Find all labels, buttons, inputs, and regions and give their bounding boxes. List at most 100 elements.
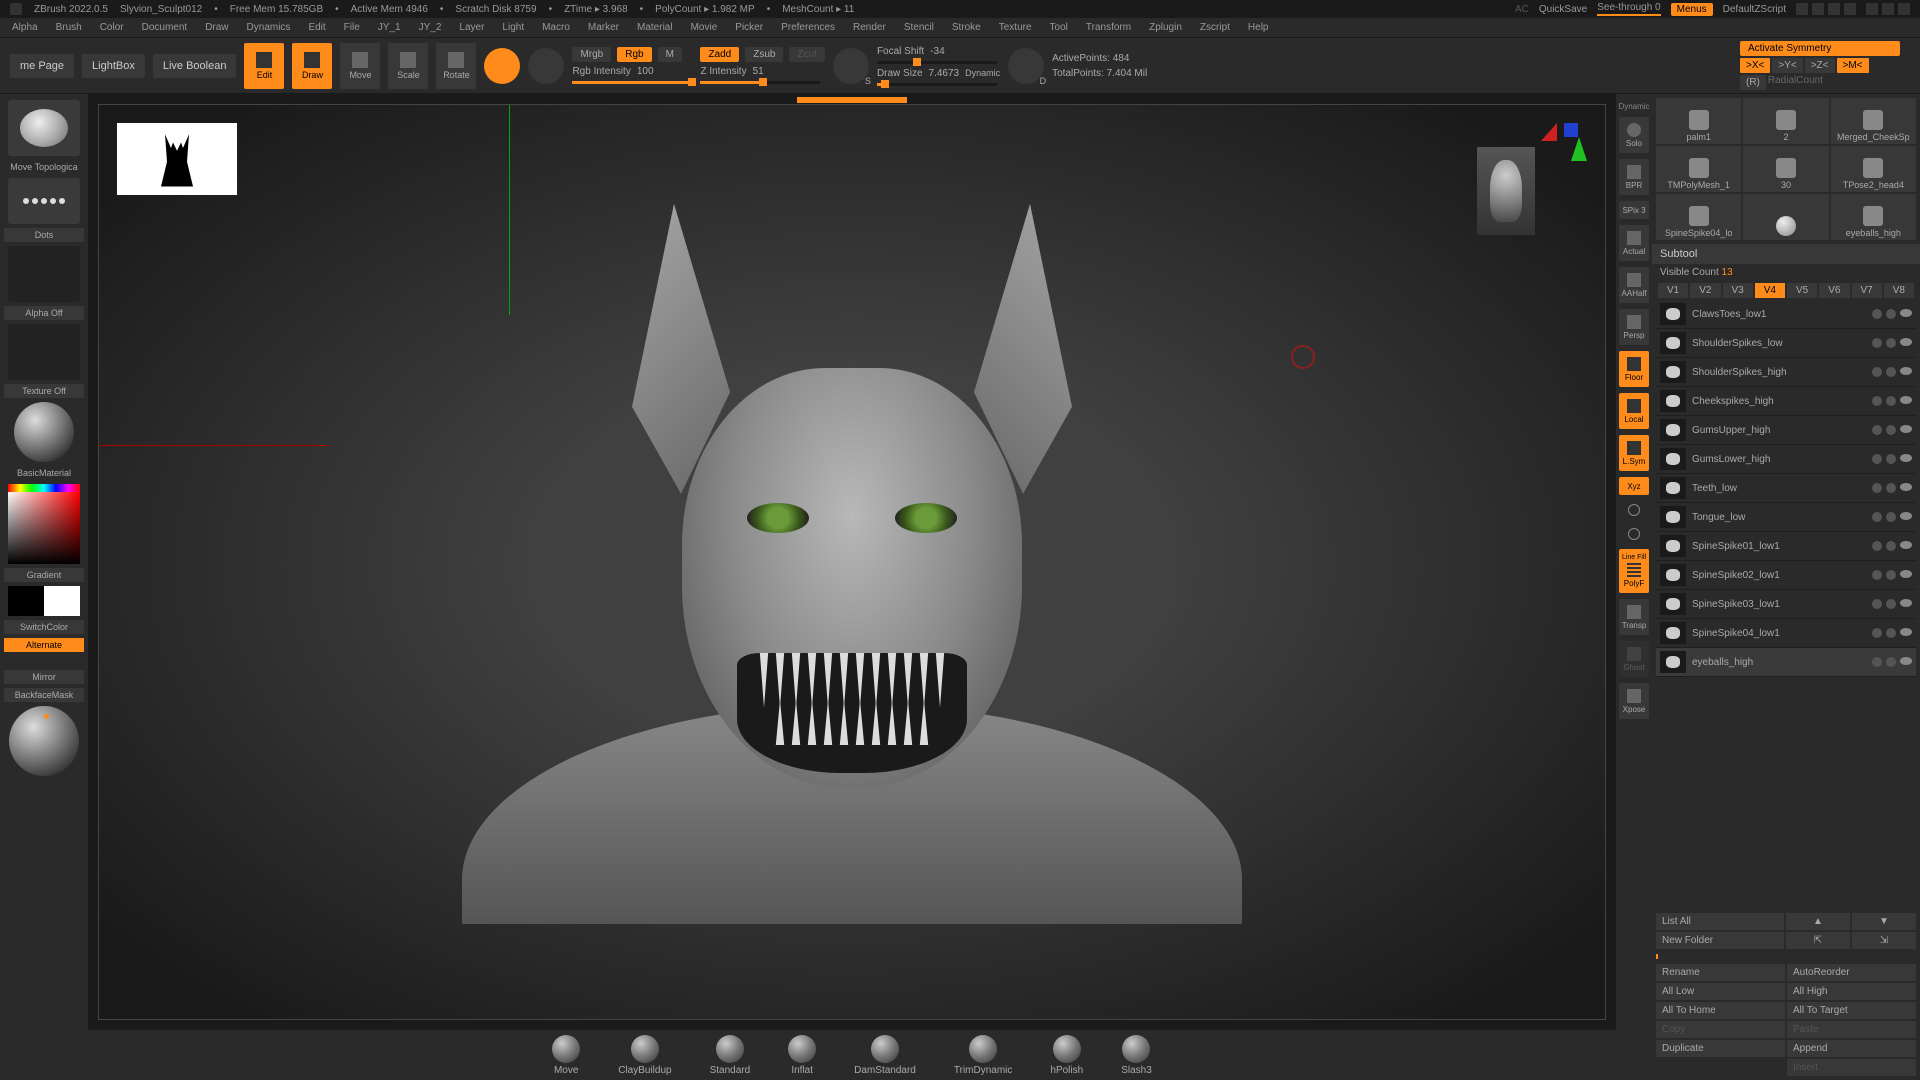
move-bottom-button[interactable]: ⇲ [1852,932,1916,949]
alternate-button[interactable]: Alternate [4,638,84,652]
zcut-button[interactable]: Zcut [789,47,824,62]
rotate-view-icon[interactable] [1619,501,1649,519]
dynamic-brush-icon[interactable]: D [1008,48,1044,84]
menu-tool[interactable]: Tool [1050,22,1068,33]
v6-button[interactable]: V6 [1819,283,1849,298]
all-high-button[interactable]: All High [1787,983,1916,1000]
material-thumbnail[interactable] [14,402,74,462]
gizmo3d-button[interactable] [484,48,520,84]
seethrough-slider[interactable]: See-through 0 [1597,2,1660,16]
xpose-button[interactable]: Xpose [1619,683,1649,719]
local-button[interactable]: Local [1619,393,1649,429]
pan-view-icon[interactable] [1619,525,1649,543]
subtool-toggles[interactable] [1872,570,1912,580]
subtool-toggles[interactable] [1872,628,1912,638]
menu-help[interactable]: Help [1248,22,1269,33]
tool-item[interactable]: 30 [1743,146,1828,192]
subtool-item[interactable]: Cheekspikes_high [1656,387,1916,416]
color-picker[interactable] [8,484,80,564]
radial-count-label[interactable]: RadialCount [1768,75,1823,90]
camera-gizmo[interactable] [1539,121,1589,171]
zadd-button[interactable]: Zadd [700,47,739,62]
viewport[interactable] [98,104,1606,1020]
insert-button[interactable]: Insert [1787,1059,1916,1076]
brush-damstandard[interactable]: DamStandard [854,1035,916,1076]
subtool-toggles[interactable] [1872,425,1912,435]
duplicate-button[interactable]: Duplicate [1656,1040,1785,1057]
tool-item[interactable]: 2 [1743,98,1828,144]
menu-preferences[interactable]: Preferences [781,22,835,33]
menu-zplugin[interactable]: Zplugin [1149,22,1182,33]
scale-mode-button[interactable]: Scale [388,43,428,89]
all-to-target-button[interactable]: All To Target [1787,1002,1916,1019]
color-swatches[interactable] [8,586,80,616]
tool-item[interactable]: eyeballs_high [1831,194,1916,240]
brush-claybuildup[interactable]: ClayBuildup [618,1035,671,1076]
subtool-item[interactable]: SpineSpike04_low1 [1656,619,1916,648]
menu-macro[interactable]: Macro [542,22,570,33]
reference-head-icon[interactable] [1477,147,1535,235]
mrgb-button[interactable]: Mrgb [572,47,611,62]
draw-size-slider[interactable] [877,83,997,86]
menu-draw[interactable]: Draw [205,22,228,33]
v5-button[interactable]: V5 [1787,283,1817,298]
zsub-button[interactable]: Zsub [745,47,783,62]
menu-edit[interactable]: Edit [308,22,325,33]
gradient-label[interactable]: Gradient [4,568,84,582]
tool-item[interactable]: TMPolyMesh_1 [1656,146,1741,192]
tool-item[interactable]: Merged_CheekSp [1831,98,1916,144]
new-folder-button[interactable]: New Folder [1656,932,1784,949]
spix-button[interactable]: SPix 3 [1619,201,1649,219]
subtool-header[interactable]: Subtool [1652,244,1920,264]
brush-thumbnail[interactable] [8,100,80,156]
subtool-list[interactable]: ClawsToes_low1ShoulderSpikes_lowShoulder… [1652,300,1920,909]
dynamic-label[interactable]: Dynamic [965,68,1000,78]
xyz-button[interactable]: Xyz [1619,477,1649,495]
subtool-toggles[interactable] [1872,483,1912,493]
menu-stroke[interactable]: Stroke [952,22,981,33]
menu-jy2[interactable]: JY_2 [419,22,442,33]
subtool-toggles[interactable] [1872,512,1912,522]
ghost-button[interactable]: Ghost [1619,641,1649,677]
aahalf-button[interactable]: AAHalf [1619,267,1649,303]
tool-item[interactable]: TPose2_head4 [1831,146,1916,192]
menu-render[interactable]: Render [853,22,886,33]
menu-document[interactable]: Document [142,22,188,33]
append-button[interactable]: Append [1787,1040,1916,1057]
menu-transform[interactable]: Transform [1086,22,1131,33]
copy-button[interactable]: Copy [1656,1021,1785,1038]
v1-button[interactable]: V1 [1658,283,1688,298]
v7-button[interactable]: V7 [1852,283,1882,298]
backface-mask-button[interactable]: BackfaceMask [4,688,84,702]
menu-material[interactable]: Material [637,22,673,33]
alpha-thumbnail[interactable] [8,246,80,302]
v3-button[interactable]: V3 [1723,283,1753,298]
subtool-toggles[interactable] [1872,309,1912,319]
window-layout-icons[interactable] [1796,3,1856,15]
subtool-item[interactable]: SpineSpike03_low1 [1656,590,1916,619]
subtool-toggles[interactable] [1872,599,1912,609]
imm-brush-icon[interactable]: S [833,48,869,84]
rgb-intensity-slider[interactable] [572,81,692,84]
actual-button[interactable]: Actual [1619,225,1649,261]
menu-alpha[interactable]: Alpha [12,22,38,33]
subtool-item[interactable]: Tongue_low [1656,503,1916,532]
brush-trimdynamic[interactable]: TrimDynamic [954,1035,1013,1076]
falloff-curve[interactable] [9,706,79,776]
sym-x-button[interactable]: >X< [1740,58,1770,73]
floor-button[interactable]: Floor [1619,351,1649,387]
solo-button[interactable]: Solo [1619,117,1649,153]
autoreorder-button[interactable]: AutoReorder [1787,964,1916,981]
tool-item[interactable]: SpineSpike04_lo [1656,194,1741,240]
menu-texture[interactable]: Texture [999,22,1032,33]
menu-color[interactable]: Color [100,22,124,33]
all-to-home-button[interactable]: All To Home [1656,1002,1785,1019]
sym-y-button[interactable]: >Y< [1772,58,1802,73]
bpr-button[interactable]: BPR [1619,159,1649,195]
focal-shift-slider[interactable] [877,61,997,64]
texture-thumbnail[interactable] [8,324,80,380]
menu-jy1[interactable]: JY_1 [378,22,401,33]
brush-slash3[interactable]: Slash3 [1121,1035,1152,1076]
subtool-toggles[interactable] [1872,454,1912,464]
menu-marker[interactable]: Marker [588,22,619,33]
